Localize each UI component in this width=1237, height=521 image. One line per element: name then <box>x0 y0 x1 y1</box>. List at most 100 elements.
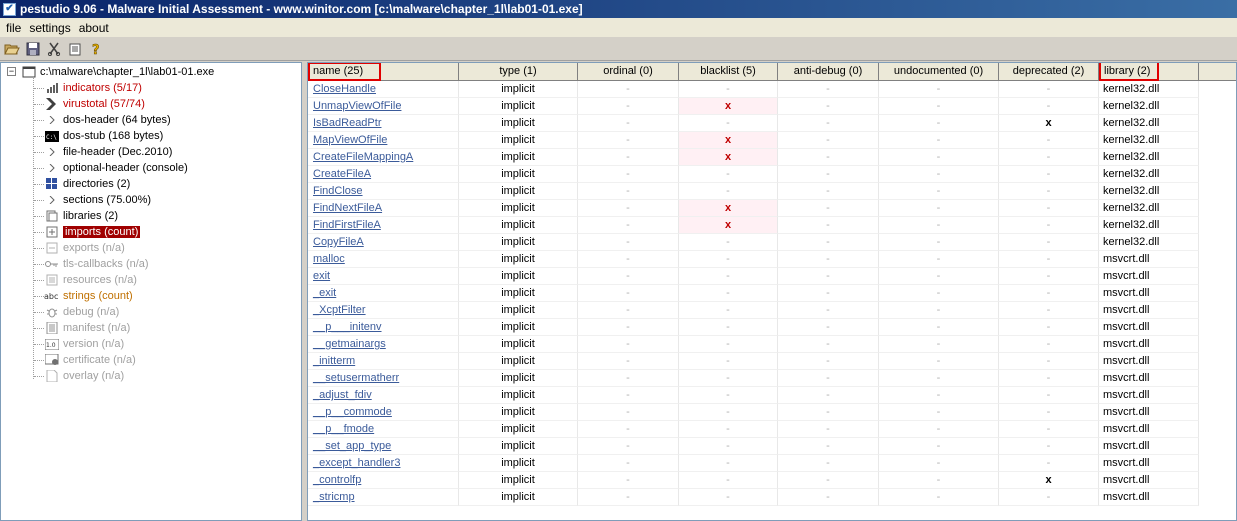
table-row[interactable]: CloseHandle implicit - - - - - kernel32.dll <box>308 81 1236 98</box>
library-cell: kernel32.dll <box>1099 149 1199 166</box>
blacklist-cell: x <box>679 200 778 217</box>
tree-item-label: debug (n/a) <box>63 306 120 318</box>
table-row[interactable]: exit implicit - - - - - msvcrt.dll <box>308 268 1236 285</box>
table-row[interactable]: IsBadReadPtr implicit - - - - x kernel32.dll <box>308 115 1236 132</box>
tree-item-version[interactable]: 1.0 version (n/a) <box>44 336 124 352</box>
table-row[interactable]: __p___initenv implicit - - - - - msvcrt.dll <box>308 319 1236 336</box>
anti-debug-cell: - <box>778 81 879 98</box>
table-row[interactable]: malloc implicit - - - - - msvcrt.dll <box>308 251 1236 268</box>
col-deprecated-header[interactable]: deprecated (2) <box>999 63 1099 81</box>
tree-item-certificate[interactable]: certificate (n/a) <box>44 352 136 368</box>
import-name-link[interactable]: FindClose <box>308 183 459 200</box>
tree-item-label: dos-header (64 bytes) <box>63 114 171 126</box>
tree-item-tls-callbacks[interactable]: tls-callbacks (n/a) <box>44 256 149 272</box>
table-row[interactable]: _XcptFilter implicit - - - - - msvcrt.dll <box>308 302 1236 319</box>
import-type: implicit <box>459 200 578 217</box>
clipboard-icon[interactable] <box>66 40 84 58</box>
collapse-toggle-icon[interactable]: − <box>7 67 16 76</box>
import-name-link[interactable]: CreateFileMappingA <box>308 149 459 166</box>
table-row[interactable]: FindNextFileA implicit - x - - - kernel32.dll <box>308 200 1236 217</box>
table-row[interactable]: _stricmp implicit - - - - - msvcrt.dll <box>308 489 1236 506</box>
import-name-link[interactable]: CopyFileA <box>308 234 459 251</box>
table-row[interactable]: __p__fmode implicit - - - - - msvcrt.dll <box>308 421 1236 438</box>
tree-item-indicators[interactable]: indicators (5/17) <box>44 80 142 96</box>
col-type-header[interactable]: type (1) <box>459 63 578 81</box>
import-name-link[interactable]: _initterm <box>308 353 459 370</box>
import-name-link[interactable]: CloseHandle <box>308 81 459 98</box>
save-icon[interactable] <box>24 40 42 58</box>
import-name-link[interactable]: MapViewOfFile <box>308 132 459 149</box>
tree-item-dos-stub[interactable]: C:\ dos-stub (168 bytes) <box>44 128 163 144</box>
table-row[interactable]: CreateFileA implicit - - - - - kernel32.dll <box>308 166 1236 183</box>
tree-item-virustotal[interactable]: virustotal (57/74) <box>44 96 145 112</box>
import-type: implicit <box>459 98 578 115</box>
table-row[interactable]: __p__commode implicit - - - - - msvcrt.dll <box>308 404 1236 421</box>
import-name-link[interactable]: FindFirstFileA <box>308 217 459 234</box>
tree-item-strings[interactable]: abc strings (count) <box>44 288 133 304</box>
table-row[interactable]: __getmainargs implicit - - - - - msvcrt.dll <box>308 336 1236 353</box>
tree-item-sections[interactable]: sections (75.00%) <box>44 192 151 208</box>
open-folder-icon[interactable] <box>3 40 21 58</box>
import-name-link[interactable]: _except_handler3 <box>308 455 459 472</box>
help-icon[interactable]: ? <box>87 40 105 58</box>
tree-item-dos-header[interactable]: dos-header (64 bytes) <box>44 112 171 128</box>
menu-settings[interactable]: settings <box>25 21 74 35</box>
import-name-link[interactable]: CreateFileA <box>308 166 459 183</box>
import-name-link[interactable]: __set_app_type <box>308 438 459 455</box>
import-name-link[interactable]: __getmainargs <box>308 336 459 353</box>
table-row[interactable]: UnmapViewOfFile implicit - x - - - kernel32.dll <box>308 98 1236 115</box>
tree-item-optional-header[interactable]: optional-header (console) <box>44 160 188 176</box>
import-name-link[interactable]: __p__commode <box>308 404 459 421</box>
table-row[interactable]: __set_app_type implicit - - - - - msvcrt.dll <box>308 438 1236 455</box>
tree-item-debug[interactable]: debug (n/a) <box>44 304 119 320</box>
table-row[interactable]: _except_handler3 implicit - - - - - msvcrt.dll <box>308 455 1236 472</box>
table-row[interactable]: __setusermatherr implicit - - - - - msvcrt.dll <box>308 370 1236 387</box>
tree-item-manifest[interactable]: manifest (n/a) <box>44 320 130 336</box>
import-name-link[interactable]: __setusermatherr <box>308 370 459 387</box>
table-row[interactable]: CreateFileMappingA implicit - x - - - kernel32.… <box>308 149 1236 166</box>
import-name-link[interactable]: FindNextFileA <box>308 200 459 217</box>
import-name-link[interactable]: _stricmp <box>308 489 459 506</box>
table-row[interactable]: _exit implicit - - - - - msvcrt.dll <box>308 285 1236 302</box>
tree-item-file-header[interactable]: file-header (Dec.2010) <box>44 144 172 160</box>
col-anti-debug-header[interactable]: anti-debug (0) <box>778 63 879 81</box>
col-blacklist-header[interactable]: blacklist (5) <box>679 63 778 81</box>
import-name-link[interactable]: _exit <box>308 285 459 302</box>
deprecated-cell: - <box>999 217 1099 234</box>
tree-item-directories[interactable]: directories (2) <box>44 176 130 192</box>
tree-guide-branch <box>34 152 44 153</box>
import-name-link[interactable]: _adjust_fdiv <box>308 387 459 404</box>
import-name-link[interactable]: exit <box>308 268 459 285</box>
anti-debug-cell: - <box>778 115 879 132</box>
import-name-link[interactable]: _controlfp <box>308 472 459 489</box>
tree-item-imports[interactable]: imports (count) <box>44 224 141 240</box>
table-row[interactable]: MapViewOfFile implicit - x - - - kernel32.dll <box>308 132 1236 149</box>
table-row[interactable]: _controlfp implicit - - - - x msvcrt.dll <box>308 472 1236 489</box>
tree-item-resources[interactable]: resources (n/a) <box>44 272 137 288</box>
menu-file[interactable]: file <box>2 21 25 35</box>
tree-item-overlay[interactable]: overlay (n/a) <box>44 368 124 384</box>
import-name-link[interactable]: __p__fmode <box>308 421 459 438</box>
col-undocumented-header[interactable]: undocumented (0) <box>879 63 999 81</box>
tree-item-libraries[interactable]: libraries (2) <box>44 208 118 224</box>
import-name-link[interactable]: __p___initenv <box>308 319 459 336</box>
table-row[interactable]: _initterm implicit - - - - - msvcrt.dll <box>308 353 1236 370</box>
import-name-link[interactable]: IsBadReadPtr <box>308 115 459 132</box>
col-ordinal-header[interactable]: ordinal (0) <box>578 63 679 81</box>
table-row[interactable]: CopyFileA implicit - - - - - kernel32.dll <box>308 234 1236 251</box>
table-row[interactable]: FindFirstFileA implicit - x - - - kernel32.dll <box>308 217 1236 234</box>
undocumented-cell: - <box>879 81 999 98</box>
table-row[interactable]: _adjust_fdiv implicit - - - - - msvcrt.dll <box>308 387 1236 404</box>
library-cell: kernel32.dll <box>1099 183 1199 200</box>
table-row[interactable]: FindClose implicit - - - - - kernel32.dll <box>308 183 1236 200</box>
tree-root[interactable]: c:\malware\chapter_1l\lab01-01.exe <box>21 64 214 80</box>
menu-about[interactable]: about <box>75 21 113 35</box>
cut-icon[interactable] <box>45 40 63 58</box>
tree-item-exports[interactable]: exports (n/a) <box>44 240 125 256</box>
import-name-link[interactable]: _XcptFilter <box>308 302 459 319</box>
import-name-link[interactable]: malloc <box>308 251 459 268</box>
undocumented-cell: - <box>879 217 999 234</box>
undocumented-cell: - <box>879 149 999 166</box>
import-name-link[interactable]: UnmapViewOfFile <box>308 98 459 115</box>
anti-debug-cell: - <box>778 183 879 200</box>
